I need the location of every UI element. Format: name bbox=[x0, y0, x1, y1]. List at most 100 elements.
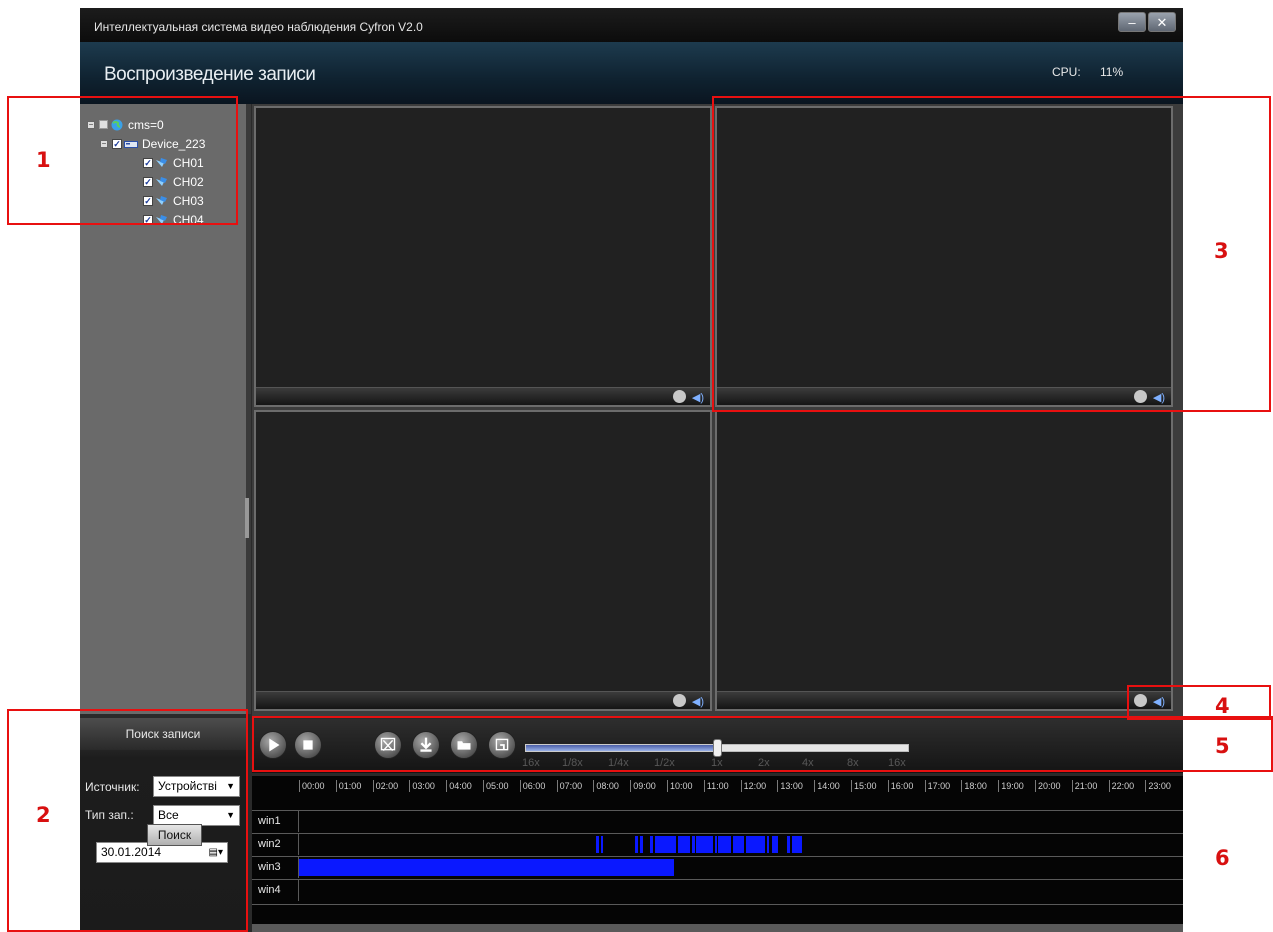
hour-label: 21:00 bbox=[1074, 781, 1098, 791]
record-segment[interactable] bbox=[771, 836, 779, 853]
hour-label: 00:00 bbox=[302, 781, 325, 791]
hour-label: 23:00 bbox=[1148, 781, 1171, 791]
row-separator bbox=[298, 834, 299, 855]
hour-tick bbox=[1035, 780, 1036, 792]
hour-label: 09:00 bbox=[633, 781, 656, 791]
record-segment[interactable] bbox=[792, 836, 803, 853]
hour-label: 03:00 bbox=[412, 781, 435, 791]
hour-tick bbox=[703, 780, 705, 792]
window-title: Интеллектуальная система видео наблюдени… bbox=[94, 20, 423, 34]
record-segment[interactable] bbox=[746, 836, 765, 853]
row-separator bbox=[298, 880, 299, 901]
timeline-row-label: win3 bbox=[258, 861, 281, 873]
record-segment[interactable] bbox=[596, 836, 599, 853]
hour-tick bbox=[814, 780, 816, 792]
timeline-row-label: win1 bbox=[258, 815, 281, 827]
record-segment[interactable] bbox=[600, 836, 604, 853]
panel-splitter[interactable] bbox=[246, 104, 251, 714]
hour-tick bbox=[998, 780, 1000, 792]
hour-tick bbox=[667, 780, 668, 792]
hour-label: 13:00 bbox=[780, 781, 803, 791]
hour-tick bbox=[777, 780, 779, 792]
record-segment[interactable] bbox=[767, 836, 770, 853]
hour-tick bbox=[556, 780, 558, 792]
hour-label: 08:00 bbox=[596, 781, 619, 791]
video-pane-1[interactable]: ◀) bbox=[254, 106, 712, 407]
annotation-box-5 bbox=[252, 716, 1273, 772]
hour-tick bbox=[1145, 780, 1147, 792]
timeline-row-win3[interactable]: win3 bbox=[252, 856, 1183, 878]
record-segment[interactable] bbox=[634, 836, 639, 853]
pane-status-bar: ◀) bbox=[256, 691, 710, 709]
collapse-handle[interactable] bbox=[245, 498, 249, 538]
record-segment[interactable] bbox=[640, 836, 644, 853]
hour-tick bbox=[335, 780, 337, 792]
snapshot-icon[interactable] bbox=[673, 390, 686, 403]
hour-label: 20:00 bbox=[1038, 781, 1061, 791]
hour-tick bbox=[740, 780, 742, 792]
page-title: Воспроизведение записи bbox=[104, 64, 316, 85]
cpu-label: CPU: bbox=[1052, 65, 1081, 79]
annotation-number-4: 4 bbox=[1215, 694, 1230, 718]
hour-tick bbox=[446, 780, 448, 792]
close-button[interactable]: ✕ bbox=[1148, 12, 1176, 32]
hour-tick bbox=[593, 780, 595, 792]
record-segment[interactable] bbox=[655, 836, 677, 853]
record-segment[interactable] bbox=[299, 859, 675, 876]
cpu-value: 11% bbox=[1100, 65, 1124, 79]
minimize-button[interactable]: – bbox=[1118, 12, 1146, 32]
timeline-row-win2[interactable]: win2 bbox=[252, 833, 1183, 855]
record-segment[interactable] bbox=[650, 836, 653, 853]
record-segment[interactable] bbox=[717, 836, 732, 853]
record-segment[interactable] bbox=[692, 836, 695, 853]
timeline-row-win1[interactable]: win1 bbox=[252, 810, 1183, 832]
record-segment[interactable] bbox=[696, 836, 713, 853]
hour-label: 11:00 bbox=[706, 781, 729, 791]
annotation-box-3 bbox=[712, 96, 1271, 412]
hour-tick bbox=[1071, 780, 1073, 792]
hour-label: 05:00 bbox=[486, 781, 509, 791]
record-segment[interactable] bbox=[733, 836, 745, 853]
record-segment[interactable] bbox=[714, 836, 717, 853]
timeline-row-label: win2 bbox=[258, 838, 281, 850]
pane-status-bar: ◀) bbox=[717, 691, 1171, 709]
title-bar: Интеллектуальная система видео наблюдени… bbox=[80, 8, 1183, 42]
hour-label: 07:00 bbox=[559, 781, 583, 791]
hour-label: 02:00 bbox=[375, 781, 399, 791]
annotation-number-1: 1 bbox=[36, 148, 51, 172]
hour-label: 16:00 bbox=[890, 781, 914, 791]
video-pane-4[interactable]: ◀) bbox=[715, 410, 1173, 711]
bottom-scrollbar[interactable] bbox=[252, 924, 1183, 932]
hour-tick bbox=[299, 780, 300, 792]
snapshot-icon[interactable] bbox=[673, 694, 686, 707]
record-segment[interactable] bbox=[678, 836, 690, 853]
hour-tick bbox=[924, 780, 926, 792]
hour-tick bbox=[483, 780, 484, 792]
hour-tick bbox=[961, 780, 963, 792]
hour-label: 15:00 bbox=[854, 781, 877, 791]
record-segment[interactable] bbox=[786, 836, 790, 853]
hour-label: 12:00 bbox=[743, 781, 767, 791]
hour-label: 01:00 bbox=[338, 781, 362, 791]
hour-label: 22:00 bbox=[1111, 781, 1135, 791]
hour-tick bbox=[519, 780, 521, 792]
annotation-number-2: 2 bbox=[36, 803, 51, 827]
hour-tick bbox=[887, 780, 889, 792]
hour-tick bbox=[409, 780, 411, 792]
speaker-icon[interactable]: ◀) bbox=[692, 391, 704, 404]
timeline-row-win4[interactable]: win4 bbox=[252, 879, 1183, 901]
annotation-number-3: 3 bbox=[1214, 239, 1229, 263]
hour-tick bbox=[372, 780, 374, 792]
page-header: Воспроизведение записи CPU: 11% bbox=[80, 42, 1183, 104]
video-pane-3[interactable]: ◀) bbox=[254, 410, 712, 711]
hour-tick bbox=[1108, 780, 1110, 792]
hour-label: 04:00 bbox=[449, 781, 472, 791]
speaker-icon[interactable]: ◀) bbox=[692, 695, 704, 708]
record-timeline[interactable]: 00:00 01:00 02:00 03:00 04:00 05:00 06:00 07:00… bbox=[252, 776, 1183, 924]
annotation-box-4 bbox=[1127, 685, 1271, 720]
timeline-bottom-line bbox=[252, 904, 1183, 905]
hour-label: 10:00 bbox=[670, 781, 693, 791]
hour-label: 18:00 bbox=[964, 781, 987, 791]
timeline-row-label: win4 bbox=[258, 884, 281, 896]
hour-label: 17:00 bbox=[927, 781, 951, 791]
